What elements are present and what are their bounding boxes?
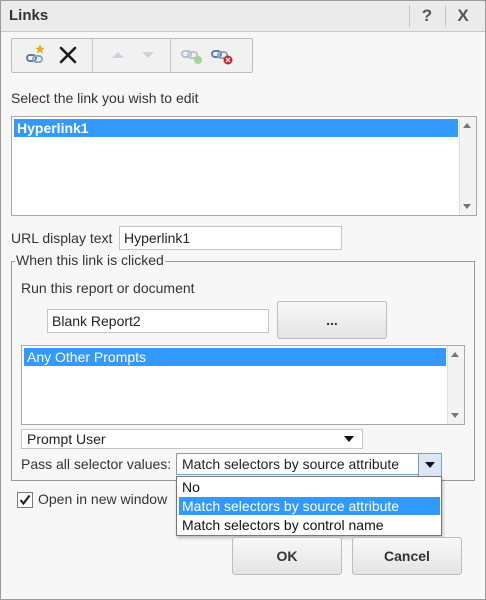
open-new-window-checkbox[interactable] (17, 492, 33, 508)
prompts-scrollbar[interactable] (447, 346, 464, 424)
selector-dropdown-button[interactable] (418, 453, 442, 477)
report-input[interactable]: Blank Report2 (47, 309, 269, 333)
url-display-input[interactable]: Hyperlink1 (119, 226, 342, 250)
list-item[interactable]: Any Other Prompts (24, 348, 446, 366)
links-scrollbar[interactable] (459, 117, 476, 215)
prompt-behavior-value: Prompt User (27, 431, 106, 447)
dialog-title: Links (9, 7, 49, 24)
new-link-icon[interactable] (24, 43, 48, 67)
titlebar-divider (445, 5, 446, 27)
prompts-listbox[interactable]: Any Other Prompts (21, 345, 465, 425)
url-display-label: URL display text (11, 230, 113, 246)
select-link-prompt: Select the link you wish to edit (11, 90, 199, 106)
link-remove-icon[interactable] (210, 43, 234, 67)
run-report-label: Run this report or document (21, 280, 195, 296)
links-listbox[interactable]: Hyperlink1 (11, 116, 477, 216)
chevron-down-icon (425, 462, 435, 468)
help-button[interactable]: ? (415, 5, 439, 27)
list-item[interactable]: Hyperlink1 (14, 119, 458, 137)
selector-values-value: Match selectors by source attribute (182, 456, 400, 472)
delete-icon[interactable] (56, 43, 80, 67)
selector-values-select[interactable]: Match selectors by source attribute (176, 453, 419, 475)
links-dialog: Links ? X Select the link you wish to ed… (0, 0, 486, 600)
prompt-behavior-select[interactable]: Prompt User (21, 429, 363, 449)
chevron-down-icon (344, 436, 354, 442)
dropdown-option[interactable]: No (179, 478, 440, 496)
scroll-down-icon[interactable] (463, 204, 471, 209)
toolbar-divider (92, 39, 93, 72)
open-new-window-label: Open in new window (38, 491, 168, 507)
toolbar-divider (170, 39, 171, 72)
move-down-icon (136, 43, 160, 67)
dropdown-option[interactable]: Match selectors by control name (179, 516, 440, 534)
dropdown-option[interactable]: Match selectors by source attribute (179, 497, 440, 515)
click-action-legend: When this link is clicked (15, 252, 165, 268)
scroll-up-icon[interactable] (463, 123, 471, 128)
checkmark-icon (19, 494, 31, 506)
ok-button[interactable]: OK (232, 537, 342, 575)
scroll-up-icon[interactable] (451, 352, 459, 357)
close-button[interactable]: X (451, 5, 475, 27)
title-bar: Links ? X (1, 1, 485, 32)
scroll-down-icon[interactable] (451, 413, 459, 418)
link-add-icon (180, 43, 204, 67)
cancel-button[interactable]: Cancel (352, 537, 462, 575)
links-toolbar (11, 38, 253, 73)
selector-values-label: Pass all selector values: (21, 456, 172, 472)
selector-options-dropdown[interactable]: No Match selectors by source attribute M… (176, 476, 442, 536)
browse-button[interactable]: ... (277, 301, 387, 339)
titlebar-divider (409, 5, 410, 27)
move-up-icon (106, 43, 130, 67)
